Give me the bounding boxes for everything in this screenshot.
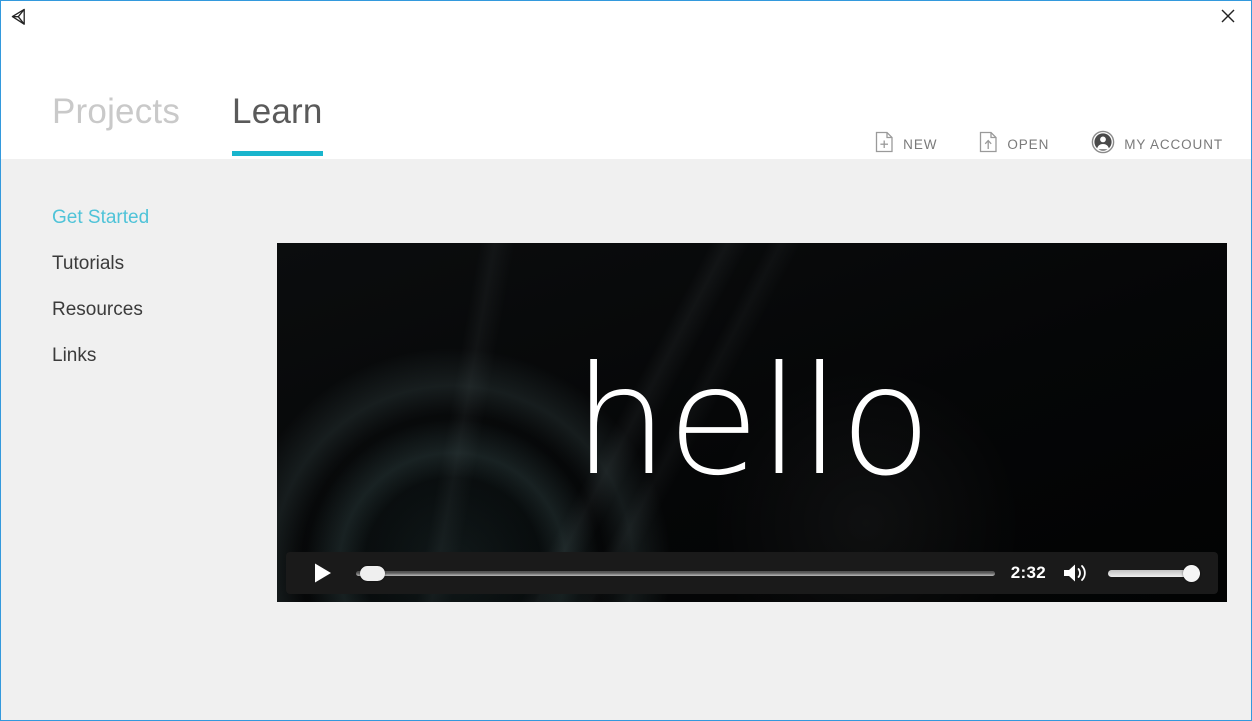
content-area: Get Started Tutorials Resources Links he… <box>1 159 1251 720</box>
my-account-button[interactable]: MY ACCOUNT <box>1091 130 1223 159</box>
play-triangle-icon <box>315 563 331 583</box>
new-document-icon <box>875 131 894 158</box>
learn-sidebar: Get Started Tutorials Resources Links <box>52 207 242 391</box>
sidebar-item-resources[interactable]: Resources <box>52 299 242 321</box>
title-bar <box>1 1 1251 32</box>
sidebar-item-get-started[interactable]: Get Started <box>52 207 242 229</box>
seek-slider[interactable] <box>356 563 995 583</box>
sidebar-item-label: Resources <box>52 299 143 320</box>
sidebar-item-label: Get Started <box>52 207 150 228</box>
speaker-volume-icon <box>1064 564 1086 582</box>
tab-learn[interactable]: Learn <box>232 90 323 156</box>
open-project-label: OPEN <box>1007 137 1050 152</box>
video-overlay-text: hello <box>573 335 931 509</box>
new-project-button[interactable]: NEW <box>875 131 937 158</box>
app-header: Projects Learn NEW OPEN MY ACCOUNT <box>1 32 1251 159</box>
sidebar-item-label: Links <box>52 345 97 366</box>
open-document-icon <box>979 131 998 158</box>
play-button[interactable] <box>310 560 336 586</box>
open-project-button[interactable]: OPEN <box>979 131 1049 158</box>
unity-logo-icon <box>7 6 29 28</box>
unity-launcher-window: Projects Learn NEW OPEN MY ACCOUNT Get S… <box>0 0 1252 721</box>
my-account-label: MY ACCOUNT <box>1124 137 1223 152</box>
seek-track <box>356 571 995 576</box>
seek-handle[interactable] <box>360 566 385 581</box>
header-actions: NEW OPEN MY ACCOUNT <box>833 130 1223 159</box>
video-controls-bar: 2:32 <box>286 552 1218 594</box>
tab-projects-label: Projects <box>52 92 181 131</box>
tab-projects[interactable]: Projects <box>52 90 180 156</box>
main-tabs: Projects Learn <box>52 90 375 156</box>
sidebar-item-tutorials[interactable]: Tutorials <box>52 253 242 275</box>
tab-learn-label: Learn <box>232 92 323 131</box>
volume-slider[interactable] <box>1108 564 1200 582</box>
close-window-button[interactable] <box>1205 1 1251 31</box>
sidebar-item-label: Tutorials <box>52 253 125 274</box>
close-icon <box>1221 9 1235 23</box>
video-player[interactable]: hello 2:32 <box>277 243 1227 602</box>
account-avatar-icon <box>1091 130 1115 159</box>
new-project-label: NEW <box>903 137 938 152</box>
volume-handle[interactable] <box>1183 565 1200 582</box>
mute-button[interactable] <box>1062 561 1092 585</box>
sidebar-item-links[interactable]: Links <box>52 345 242 367</box>
video-time: 2:32 <box>1010 563 1046 582</box>
